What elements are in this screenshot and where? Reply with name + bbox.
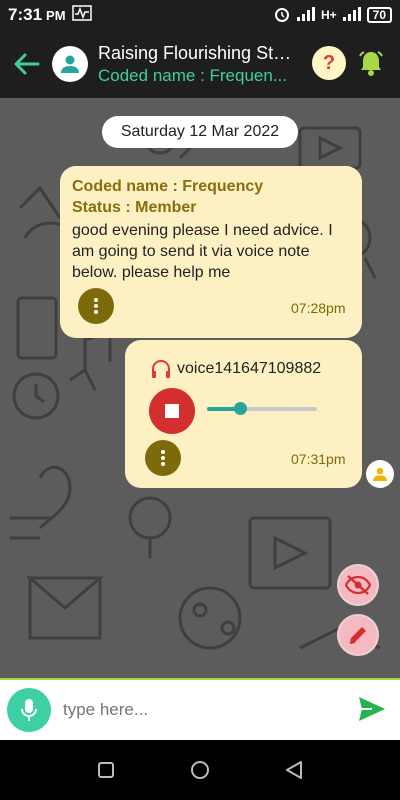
home-icon[interactable]: [190, 760, 210, 780]
playback-seekbar[interactable]: [207, 402, 317, 415]
notification-bell-button[interactable]: [356, 48, 386, 78]
recent-apps-icon[interactable]: [97, 761, 115, 779]
header-titles[interactable]: Raising Flourishing Stu... Coded name : …: [98, 43, 298, 86]
chat-area[interactable]: Saturday 12 Mar 2022 Coded name : Freque…: [0, 98, 400, 678]
group-avatar[interactable]: [52, 46, 88, 82]
stop-icon: [165, 404, 179, 418]
pencil-icon: [349, 627, 366, 644]
help-button[interactable]: ?: [312, 46, 346, 80]
bell-ringing-icon: [359, 51, 383, 76]
voice-options-button[interactable]: [145, 440, 181, 476]
send-icon: [359, 697, 385, 721]
message-options-button[interactable]: [78, 288, 114, 324]
battery-level: 70: [366, 7, 392, 23]
date-separator: Saturday 12 Mar 2022: [102, 116, 298, 148]
microphone-icon: [21, 699, 37, 721]
composer-bar: [0, 678, 400, 740]
eye-off-icon: [345, 575, 371, 595]
voice-message-time: 07:31pm: [291, 451, 346, 467]
chat-title: Raising Flourishing Stu...: [98, 42, 298, 63]
more-vertical-icon: [161, 450, 165, 466]
back-button[interactable]: [0, 30, 52, 98]
voice-file-name: voice141647109882: [177, 360, 322, 377]
stop-playback-button[interactable]: [149, 388, 195, 434]
arrow-left-icon: [14, 53, 40, 75]
message-time: 07:28pm: [291, 300, 346, 316]
message-sender-status: Status : Member: [72, 199, 197, 216]
message-input[interactable]: [63, 700, 343, 720]
signal-icon-2: [342, 6, 361, 24]
signal-icon: [296, 6, 315, 24]
more-vertical-icon: [94, 298, 98, 314]
status-bar: 7:31 PM H+ 70: [0, 0, 400, 30]
system-nav-bar: [0, 740, 400, 800]
app-bar: Raising Flourishing Stu... Coded name : …: [0, 30, 400, 98]
message-sender: Coded name : Frequency: [72, 178, 264, 195]
sender-avatar[interactable]: [366, 460, 394, 488]
network-type: H+: [320, 8, 337, 22]
send-button[interactable]: [358, 696, 386, 727]
headphones-icon: [152, 360, 170, 378]
back-nav-icon[interactable]: [285, 760, 303, 780]
compose-button[interactable]: [337, 614, 379, 656]
status-time: 7:31: [8, 5, 43, 24]
alarm-icon: [273, 5, 291, 26]
message-bubble[interactable]: Coded name : Frequency Status : Member g…: [60, 166, 362, 338]
seekbar-thumb[interactable]: [234, 402, 247, 415]
voice-message-bubble[interactable]: voice141647109882 07:31pm: [125, 340, 362, 488]
activity-icon: [71, 4, 92, 26]
person-icon: [373, 467, 387, 481]
status-icons: H+ 70: [273, 5, 392, 26]
person-icon: [61, 55, 79, 73]
voice-title: voice141647109882: [151, 360, 321, 378]
hide-visibility-button[interactable]: [337, 564, 379, 606]
chat-subtitle: Coded name : Frequen...: [98, 65, 288, 85]
message-text: good evening please I need advice. I am …: [72, 222, 333, 281]
record-voice-button[interactable]: [7, 688, 51, 732]
status-ampm: PM: [46, 7, 66, 23]
